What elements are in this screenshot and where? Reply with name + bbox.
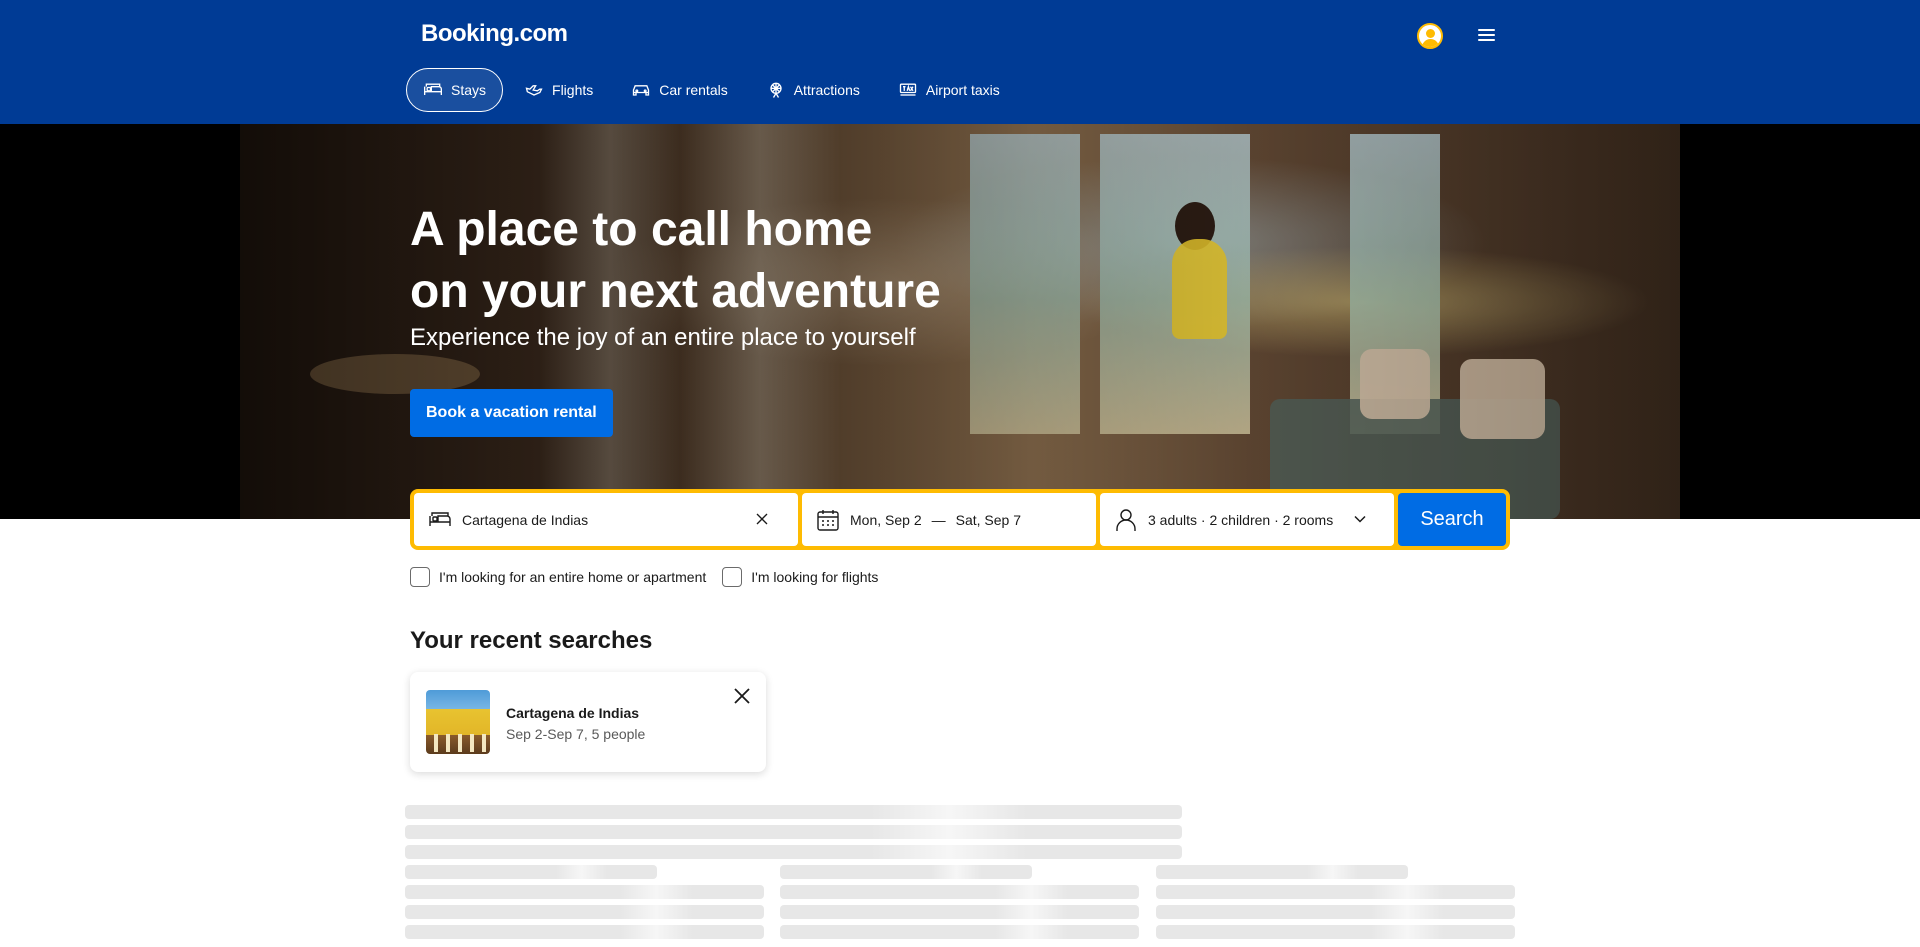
- checkbox-box[interactable]: [410, 567, 430, 587]
- checkin-date: Mon, Sep 2: [850, 511, 922, 528]
- person-icon: [1116, 508, 1136, 531]
- taxi-icon: [899, 83, 917, 96]
- nav-tab-label: Attractions: [793, 82, 860, 98]
- nav-tab-label: Flights: [552, 82, 594, 98]
- product-nav: Stays Flights Car rentals Attractions Ai…: [406, 68, 1021, 112]
- nav-tab-label: Airport taxis: [925, 82, 1000, 98]
- car-icon: [633, 85, 650, 96]
- hero-title-line: on your next adventure: [410, 265, 941, 318]
- checkbox-box[interactable]: [722, 567, 743, 587]
- recent-search-card[interactable]: Cartagena de Indias Sep 2-Sep 7, 5 peopl…: [410, 672, 766, 772]
- nav-tab-car-rentals[interactable]: Car rentals: [614, 68, 744, 112]
- bed-icon: [429, 511, 451, 526]
- hamburger-menu-icon[interactable]: [1475, 23, 1499, 47]
- book-vacation-rental-button[interactable]: Book a vacation rental: [410, 389, 613, 437]
- nav-tab-flights[interactable]: Flights: [507, 68, 610, 112]
- date-picker-field[interactable]: Mon, Sep 2 — Sat, Sep 7: [802, 493, 1096, 546]
- checkbox-label: I'm looking for flights: [751, 569, 879, 585]
- hero-subtitle: Experience the joy of an entire place to…: [410, 324, 916, 351]
- booking-logo[interactable]: Booking.com: [421, 20, 568, 48]
- recent-searches-title: Your recent searches: [410, 627, 653, 654]
- hero-title: A place to call home on your next advent…: [410, 199, 1110, 323]
- top-header: Booking.com Stays Flights Car rentals At…: [0, 0, 1920, 124]
- hero-title-line: A place to call home: [410, 203, 873, 256]
- search-button[interactable]: Search: [1398, 493, 1506, 546]
- entire-home-checkbox[interactable]: I'm looking for an entire home or apartm…: [410, 567, 706, 587]
- bed-icon: [424, 83, 442, 95]
- checkbox-label: I'm looking for an entire home or apartm…: [439, 569, 707, 585]
- search-bar: Cartagena de Indias Mon, Sep 2 — Sat, Se…: [410, 489, 1510, 550]
- airplane-icon: [525, 85, 543, 96]
- nav-tab-attractions[interactable]: Attractions: [749, 68, 877, 112]
- guests-value: 3 adults · 2 children · 2 rooms: [1148, 511, 1334, 528]
- nav-tab-label: Stays: [451, 82, 487, 98]
- flights-checkbox[interactable]: I'm looking for flights: [722, 567, 878, 587]
- recent-search-details: Sep 2-Sep 7, 5 people: [506, 726, 646, 742]
- guests-rooms-field[interactable]: 3 adults · 2 children · 2 rooms: [1100, 493, 1394, 546]
- calendar-icon: [817, 509, 839, 531]
- destination-thumbnail: [426, 690, 490, 754]
- date-separator: —: [931, 511, 946, 528]
- recent-search-title: Cartagena de Indias: [506, 705, 640, 721]
- destination-field[interactable]: Cartagena de Indias: [414, 493, 798, 546]
- checkout-date: Sat, Sep 7: [955, 511, 1021, 528]
- nav-tab-stays[interactable]: Stays: [406, 68, 504, 112]
- chevron-down-icon: [1354, 515, 1366, 523]
- clear-destination-icon[interactable]: [752, 509, 772, 529]
- nav-tab-airport-taxis[interactable]: Airport taxis: [881, 68, 1017, 112]
- nav-tab-label: Car rentals: [659, 82, 728, 98]
- destination-value: Cartagena de Indias: [462, 511, 589, 528]
- ferris-wheel-icon: [770, 82, 782, 98]
- search-options: I'm looking for an entire home or apartm…: [410, 567, 894, 587]
- user-avatar-icon[interactable]: [1417, 23, 1443, 49]
- hero-banner: A place to call home on your next advent…: [0, 124, 1920, 519]
- close-icon[interactable]: [730, 684, 754, 708]
